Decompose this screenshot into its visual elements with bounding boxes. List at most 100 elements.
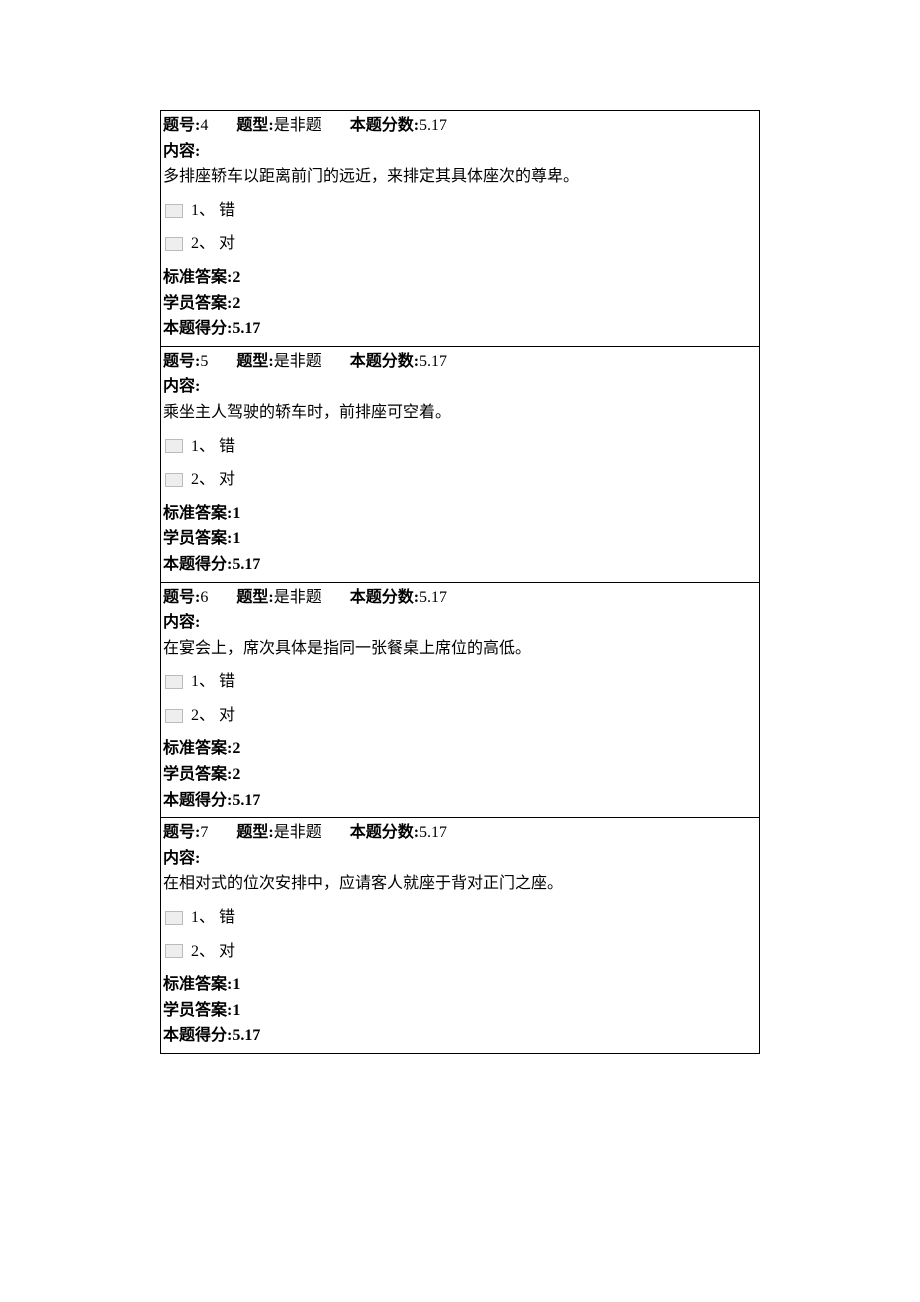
std-answer-label: 标准答案: xyxy=(163,269,232,286)
got-score-label: 本题得分: xyxy=(163,1027,232,1044)
radio-icon[interactable] xyxy=(165,709,183,723)
answers-block: 标准答案:2 学员答案:2 本题得分:5.17 xyxy=(163,736,757,813)
got-score-label: 本题得分: xyxy=(163,556,232,573)
std-answer-value: 2 xyxy=(232,269,240,286)
qnum-label: 题号: xyxy=(163,824,200,841)
qscore-label: 本题分数: xyxy=(350,589,419,606)
std-answer-value: 1 xyxy=(232,505,240,522)
radio-icon[interactable] xyxy=(165,237,183,251)
option-row[interactable]: 1、 错 xyxy=(165,198,757,224)
question-header: 题号:7 题型:是非题 本题分数:5.17 xyxy=(163,820,757,846)
answers-block: 标准答案:1 学员答案:1 本题得分:5.17 xyxy=(163,972,757,1049)
std-answer-label: 标准答案: xyxy=(163,505,232,522)
stu-answer-label: 学员答案: xyxy=(163,766,232,783)
qscore-label: 本题分数: xyxy=(350,353,419,370)
radio-icon[interactable] xyxy=(165,944,183,958)
question-block: 题号:6 题型:是非题 本题分数:5.17 内容: 在宴会上，席次具体是指同一张… xyxy=(160,582,760,818)
option-row[interactable]: 1、 错 xyxy=(165,434,757,460)
qscore-value: 5.17 xyxy=(419,824,447,841)
content-label: 内容: xyxy=(163,610,757,636)
option-text: 错 xyxy=(219,198,235,224)
option-row[interactable]: 2、 对 xyxy=(165,939,757,965)
radio-icon[interactable] xyxy=(165,473,183,487)
got-score-value: 5.17 xyxy=(232,1027,260,1044)
qnum-label: 题号: xyxy=(163,589,200,606)
qscore-label: 本题分数: xyxy=(350,117,419,134)
option-row[interactable]: 2、 对 xyxy=(165,231,757,257)
std-answer-label: 标准答案: xyxy=(163,740,232,757)
qscore-value: 5.17 xyxy=(419,353,447,370)
option-row[interactable]: 2、 对 xyxy=(165,467,757,493)
radio-icon[interactable] xyxy=(165,204,183,218)
page-container: 题号:4 题型:是非题 本题分数:5.17 内容: 多排座轿车以距离前门的远近，… xyxy=(0,0,920,1114)
stu-answer-value: 2 xyxy=(232,766,240,783)
question-header: 题号:6 题型:是非题 本题分数:5.17 xyxy=(163,585,757,611)
qtype-value: 是非题 xyxy=(274,353,322,370)
radio-icon[interactable] xyxy=(165,911,183,925)
option-row[interactable]: 2、 对 xyxy=(165,703,757,729)
content-label: 内容: xyxy=(163,139,757,165)
std-answer-value: 2 xyxy=(232,740,240,757)
qnum-label: 题号: xyxy=(163,353,200,370)
qscore-label: 本题分数: xyxy=(350,824,419,841)
std-answer-label: 标准答案: xyxy=(163,976,232,993)
qtype-value: 是非题 xyxy=(274,824,322,841)
question-body: 多排座轿车以距离前门的远近，来排定其具体座次的尊卑。 xyxy=(163,164,757,190)
option-row[interactable]: 1、 错 xyxy=(165,905,757,931)
qnum-value: 5 xyxy=(200,353,208,370)
option-index: 2、 xyxy=(191,467,215,493)
stu-answer-label: 学员答案: xyxy=(163,1002,232,1019)
option-index: 1、 xyxy=(191,434,215,460)
stu-answer-label: 学员答案: xyxy=(163,530,232,547)
answers-block: 标准答案:2 学员答案:2 本题得分:5.17 xyxy=(163,265,757,342)
stu-answer-label: 学员答案: xyxy=(163,295,232,312)
qtype-label: 题型: xyxy=(236,117,273,134)
question-body: 在宴会上，席次具体是指同一张餐桌上席位的高低。 xyxy=(163,636,757,662)
option-index: 2、 xyxy=(191,231,215,257)
option-index: 1、 xyxy=(191,905,215,931)
option-text: 对 xyxy=(219,231,235,257)
qtype-label: 题型: xyxy=(236,353,273,370)
radio-icon[interactable] xyxy=(165,439,183,453)
got-score-value: 5.17 xyxy=(232,556,260,573)
qtype-value: 是非题 xyxy=(274,589,322,606)
qnum-label: 题号: xyxy=(163,117,200,134)
question-header: 题号:4 题型:是非题 本题分数:5.17 xyxy=(163,113,757,139)
answers-block: 标准答案:1 学员答案:1 本题得分:5.17 xyxy=(163,501,757,578)
got-score-label: 本题得分: xyxy=(163,320,232,337)
option-text: 错 xyxy=(219,905,235,931)
qtype-label: 题型: xyxy=(236,824,273,841)
qscore-value: 5.17 xyxy=(419,589,447,606)
option-text: 对 xyxy=(219,939,235,965)
content-label: 内容: xyxy=(163,374,757,400)
got-score-value: 5.17 xyxy=(232,792,260,809)
option-index: 1、 xyxy=(191,669,215,695)
question-body: 在相对式的位次安排中，应请客人就座于背对正门之座。 xyxy=(163,871,757,897)
option-text: 错 xyxy=(219,434,235,460)
qtype-value: 是非题 xyxy=(274,117,322,134)
question-header: 题号:5 题型:是非题 本题分数:5.17 xyxy=(163,349,757,375)
option-index: 2、 xyxy=(191,939,215,965)
option-text: 对 xyxy=(219,703,235,729)
stu-answer-value: 1 xyxy=(232,1002,240,1019)
stu-answer-value: 1 xyxy=(232,530,240,547)
got-score-value: 5.17 xyxy=(232,320,260,337)
std-answer-value: 1 xyxy=(232,976,240,993)
content-label: 内容: xyxy=(163,846,757,872)
option-text: 对 xyxy=(219,467,235,493)
option-index: 1、 xyxy=(191,198,215,224)
qnum-value: 4 xyxy=(200,117,208,134)
question-block: 题号:7 题型:是非题 本题分数:5.17 内容: 在相对式的位次安排中，应请客… xyxy=(160,817,760,1054)
question-block: 题号:4 题型:是非题 本题分数:5.17 内容: 多排座轿车以距离前门的远近，… xyxy=(160,110,760,346)
question-body: 乘坐主人驾驶的轿车时，前排座可空着。 xyxy=(163,400,757,426)
option-row[interactable]: 1、 错 xyxy=(165,669,757,695)
got-score-label: 本题得分: xyxy=(163,792,232,809)
question-block: 题号:5 题型:是非题 本题分数:5.17 内容: 乘坐主人驾驶的轿车时，前排座… xyxy=(160,346,760,582)
radio-icon[interactable] xyxy=(165,675,183,689)
qnum-value: 7 xyxy=(200,824,208,841)
stu-answer-value: 2 xyxy=(232,295,240,312)
qtype-label: 题型: xyxy=(236,589,273,606)
qscore-value: 5.17 xyxy=(419,117,447,134)
option-text: 错 xyxy=(219,669,235,695)
qnum-value: 6 xyxy=(200,589,208,606)
